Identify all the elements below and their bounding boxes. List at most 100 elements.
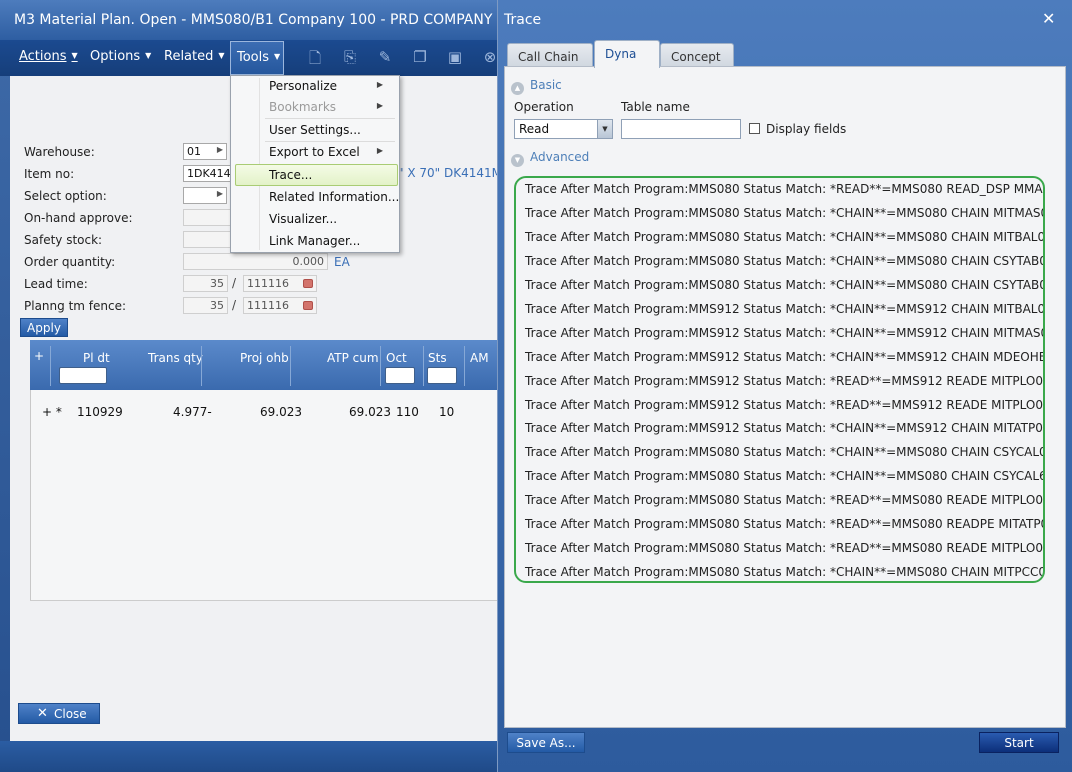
trace-line: Trace After Match Program:MMS080 Status … bbox=[525, 254, 1045, 268]
operation-value: Read bbox=[519, 122, 550, 136]
trace-output-list: Trace After Match Program:MMS080 Status … bbox=[514, 176, 1045, 583]
menu-item-label: Visualizer... bbox=[269, 212, 338, 226]
order-quantity-value: 0.000 bbox=[292, 255, 325, 268]
menu-related[interactable]: Related ▼ bbox=[164, 49, 225, 64]
column-header-sts[interactable]: Sts bbox=[428, 351, 447, 365]
menu-item-label: User Settings... bbox=[269, 123, 361, 137]
close-button-label: Close bbox=[54, 707, 87, 721]
column-header-am[interactable]: AM bbox=[470, 351, 489, 365]
menu-item-related-information[interactable]: Related Information... bbox=[231, 187, 399, 209]
cell-sts: 10 bbox=[439, 405, 455, 419]
advanced-section-toggle[interactable]: ▼ Advanced bbox=[511, 150, 589, 167]
trace-line: Trace After Match Program:MMS912 Status … bbox=[525, 421, 1045, 435]
menu-item-visualizer[interactable]: Visualizer... bbox=[231, 209, 399, 231]
edit-pencil-icon[interactable]: ✎ bbox=[376, 48, 394, 68]
trace-line: Trace After Match Program:MMS912 Status … bbox=[525, 302, 1045, 316]
menu-item-label: Link Manager... bbox=[269, 234, 361, 248]
tab-call-chain[interactable]: Call Chain bbox=[507, 43, 593, 68]
menu-bar: Actions ▼ Options ▼ Related ▼ Tools ▼ 🗋 ⎘ ✎ … bbox=[0, 40, 497, 76]
collapse-up-icon: ▲ bbox=[511, 82, 524, 95]
trace-panel: ▲ Basic Operation Table name Read ▼ Displa… bbox=[504, 66, 1066, 728]
trace-line: Trace After Match Program:MMS080 Status … bbox=[525, 445, 1045, 459]
order-quantity-field: 0.000 bbox=[183, 253, 328, 270]
apply-button[interactable]: Apply bbox=[20, 318, 68, 337]
menu-item-user-settings[interactable]: User Settings... bbox=[231, 120, 399, 142]
onhand-approve-label: On-hand approve: bbox=[24, 211, 133, 225]
planning-fence-date: 111116 bbox=[247, 299, 289, 312]
warehouse-field[interactable]: 01 ▶ bbox=[183, 143, 227, 160]
menu-tools[interactable]: Tools ▼ bbox=[230, 41, 284, 75]
menu-options-label: Options bbox=[90, 49, 141, 64]
trace-line: Trace After Match Program:MMS080 Status … bbox=[525, 182, 1045, 196]
display-icon[interactable]: ▣ bbox=[446, 48, 464, 68]
trace-line: Trace After Match Program:MMS080 Status … bbox=[525, 565, 1045, 579]
column-header-oct[interactable]: Oct bbox=[386, 351, 407, 365]
table-row[interactable]: + * 110929 4.977- 69.023 69.023 110 10 bbox=[30, 390, 497, 600]
trace-line: Trace After Match Program:MMS080 Status … bbox=[525, 517, 1045, 531]
cell-oct: 110 bbox=[396, 405, 419, 419]
onhand-approve-field bbox=[183, 209, 231, 226]
menu-item-export-excel[interactable]: Export to Excel ▶ bbox=[231, 142, 399, 164]
planning-fence-separator: / bbox=[232, 298, 237, 312]
expand-all-icon[interactable]: + bbox=[34, 349, 44, 363]
column-divider bbox=[290, 346, 291, 386]
basic-section-toggle[interactable]: ▲ Basic bbox=[511, 78, 562, 95]
collapse-down-icon: ▼ bbox=[511, 154, 524, 167]
item-no-field[interactable]: 1DK4141 bbox=[183, 165, 231, 182]
start-button[interactable]: Start bbox=[979, 732, 1059, 753]
open-document-icon[interactable]: ⎘ bbox=[341, 48, 359, 68]
filter-pl-dt[interactable] bbox=[59, 367, 107, 384]
submenu-arrow-icon: ▶ bbox=[376, 80, 383, 89]
filter-sts[interactable] bbox=[427, 367, 457, 384]
trace-line: Trace After Match Program:MMS080 Status … bbox=[525, 278, 1045, 292]
menu-actions[interactable]: Actions ▼ bbox=[19, 49, 78, 64]
column-header-pl-dt[interactable]: Pl dt bbox=[83, 351, 110, 365]
menu-item-personalize[interactable]: Personalize ▶ bbox=[231, 76, 399, 98]
close-button[interactable]: ✕ Close bbox=[18, 703, 100, 724]
advanced-section-label: Advanced bbox=[530, 150, 590, 164]
display-fields-checkbox[interactable] bbox=[749, 123, 760, 134]
operation-select[interactable]: Read ▼ bbox=[514, 119, 613, 139]
lock-icon bbox=[303, 279, 313, 288]
delete-icon[interactable]: ⊗ bbox=[481, 48, 497, 68]
column-divider bbox=[380, 346, 381, 386]
display-fields-label: Display fields bbox=[766, 122, 847, 136]
column-header-atp-cum[interactable]: ATP cum bbox=[327, 351, 379, 365]
menu-actions-label: Actions bbox=[19, 49, 67, 64]
trace-window-title: Trace bbox=[504, 12, 542, 28]
menu-item-trace[interactable]: Trace... bbox=[235, 164, 398, 186]
menu-tools-label: Tools bbox=[237, 50, 270, 65]
lead-time-separator: / bbox=[232, 276, 237, 290]
new-document-icon[interactable]: 🗋 bbox=[306, 48, 324, 68]
row-marker[interactable]: + * bbox=[42, 405, 62, 419]
tab-concept[interactable]: Concept bbox=[660, 43, 734, 68]
column-header-trans-qty[interactable]: Trans qty bbox=[148, 351, 203, 365]
warehouse-label: Warehouse: bbox=[24, 145, 95, 159]
column-divider bbox=[50, 346, 51, 386]
grid-bottom-divider bbox=[30, 600, 497, 601]
order-quantity-unit: EA bbox=[334, 255, 350, 269]
cell-atp-cum: 69.023 bbox=[349, 405, 391, 419]
warehouse-value: 01 bbox=[187, 145, 201, 158]
copy-icon[interactable]: ❐ bbox=[411, 48, 429, 68]
column-header-proj-ohb[interactable]: Proj ohb bbox=[240, 351, 289, 365]
menu-item-link-manager[interactable]: Link Manager... bbox=[231, 231, 399, 253]
close-icon[interactable]: ✕ bbox=[1042, 9, 1055, 28]
menu-options[interactable]: Options ▼ bbox=[90, 49, 151, 64]
cell-trans-qty: 4.977- bbox=[173, 405, 212, 419]
basic-section-label: Basic bbox=[530, 78, 562, 92]
table-name-input[interactable] bbox=[621, 119, 741, 139]
status-bar bbox=[0, 741, 497, 772]
operation-label: Operation bbox=[514, 100, 574, 114]
menu-item-bookmarks[interactable]: Bookmarks ▶ bbox=[231, 97, 399, 119]
tab-dyna[interactable]: Dyna bbox=[594, 40, 660, 68]
select-option-field[interactable]: ▶ bbox=[183, 187, 227, 204]
trace-line: Trace After Match Program:MMS080 Status … bbox=[525, 541, 1045, 555]
trace-line: Trace After Match Program:MMS080 Status … bbox=[525, 206, 1045, 220]
save-as-button[interactable]: Save As... bbox=[507, 732, 585, 753]
safety-stock-label: Safety stock: bbox=[24, 233, 103, 247]
caret-down-icon: ▼ bbox=[71, 51, 78, 60]
planning-fence-label: Planng tm fence: bbox=[24, 299, 127, 313]
trace-tabs: Call Chain Dyna Concept bbox=[504, 40, 1066, 68]
filter-oct[interactable] bbox=[385, 367, 415, 384]
